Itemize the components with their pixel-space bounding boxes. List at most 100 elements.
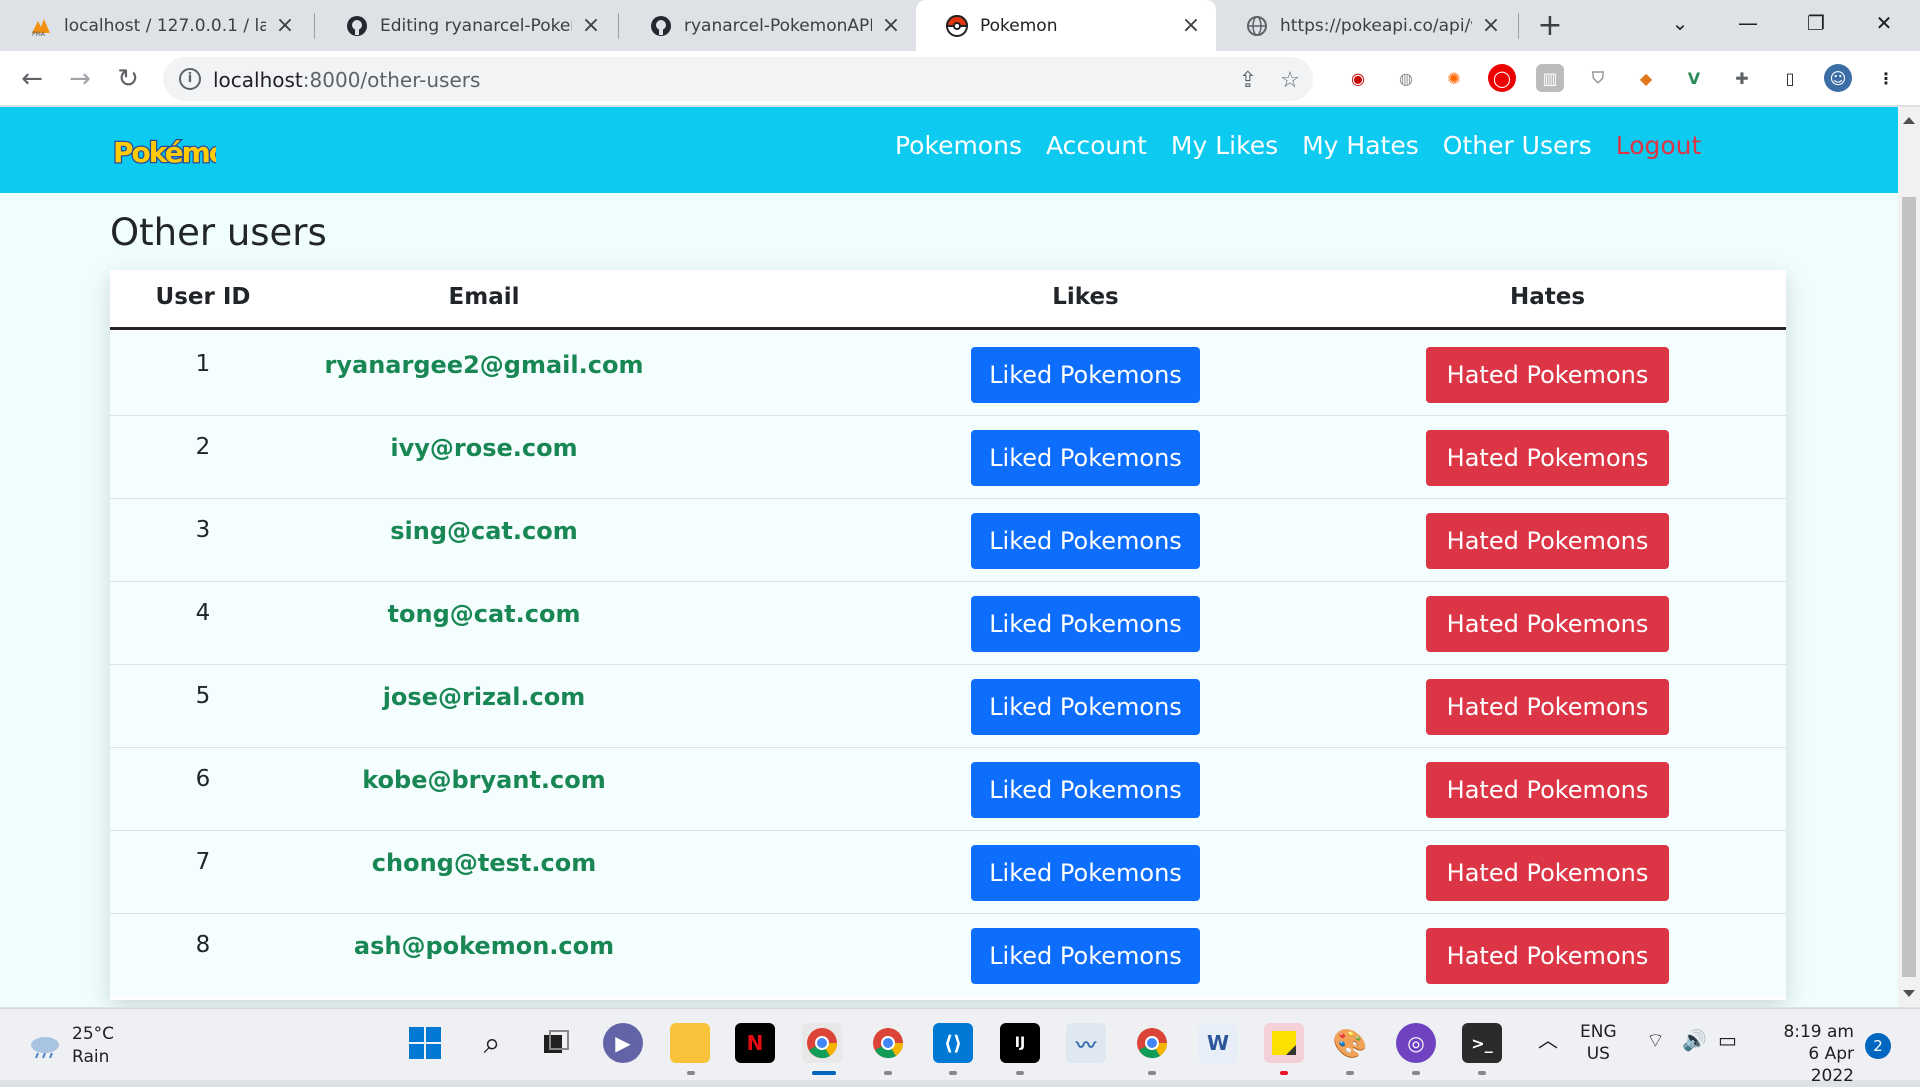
- profile-avatar[interactable]: ☺: [1824, 64, 1852, 92]
- email-cell: ivy@rose.com: [390, 434, 578, 462]
- nav-other-users[interactable]: Other Users: [1443, 131, 1592, 160]
- table-row: 7 chong@test.com Liked Pokemons Hated Po…: [110, 831, 1786, 914]
- netflix-icon[interactable]: N: [735, 1023, 775, 1063]
- scrollbar-thumb[interactable]: [1902, 197, 1916, 977]
- side-panel-icon[interactable]: ▯: [1776, 64, 1804, 92]
- liked-pokemons-button[interactable]: Liked Pokemons: [971, 928, 1200, 984]
- tab-github-editing[interactable]: Editing ryanarcel-Pokemo ×: [316, 0, 616, 51]
- nav-pokemons[interactable]: Pokemons: [895, 131, 1022, 160]
- page-title: Other users: [110, 211, 327, 254]
- user-id-cell: 2: [195, 434, 211, 460]
- liked-pokemons-button[interactable]: Liked Pokemons: [971, 845, 1200, 901]
- close-icon[interactable]: ×: [880, 13, 902, 38]
- liked-pokemons-button[interactable]: Liked Pokemons: [971, 430, 1200, 486]
- sticky-notes-icon[interactable]: [1264, 1023, 1304, 1063]
- site-info-icon[interactable]: i: [179, 68, 201, 90]
- eye-extension-icon[interactable]: ◉: [1344, 64, 1372, 92]
- close-icon[interactable]: ×: [580, 13, 602, 38]
- nav-my-hates[interactable]: My Hates: [1302, 131, 1419, 160]
- performance-monitor-icon[interactable]: 〰: [1066, 1023, 1106, 1063]
- extensions-puzzle-icon[interactable]: ✚: [1728, 64, 1756, 92]
- shield-extension-icon[interactable]: ⛉: [1584, 64, 1612, 92]
- paint-icon[interactable]: 🎨: [1330, 1023, 1370, 1063]
- window-close-icon[interactable]: ✕: [1852, 0, 1916, 46]
- hated-pokemons-button[interactable]: Hated Pokemons: [1426, 430, 1669, 486]
- word-icon[interactable]: W: [1198, 1023, 1238, 1063]
- battery-icon[interactable]: ▭: [1718, 1029, 1737, 1051]
- nav-logout[interactable]: Logout: [1616, 131, 1702, 160]
- weather-widget[interactable]: 25°C Rain: [28, 1023, 114, 1069]
- globe-extension-icon[interactable]: ◍: [1392, 64, 1420, 92]
- tab-pokeapi[interactable]: https://pokeapi.co/api/v2 ×: [1216, 0, 1516, 51]
- close-icon[interactable]: ×: [1480, 13, 1502, 38]
- scroll-down-arrow-icon[interactable]: [1903, 990, 1915, 997]
- chrome-canary-icon[interactable]: [1132, 1023, 1172, 1063]
- address-bar[interactable]: i localhost:8000/other-users ⇪ ☆: [163, 57, 1313, 101]
- new-tab-button[interactable]: +: [1532, 7, 1568, 43]
- liked-pokemons-button[interactable]: Liked Pokemons: [971, 596, 1200, 652]
- liked-pokemons-button[interactable]: Liked Pokemons: [971, 762, 1200, 818]
- metamask-icon[interactable]: ◆: [1632, 64, 1660, 92]
- email-cell: ryanargee2@gmail.com: [324, 351, 644, 379]
- reader-extension-icon[interactable]: ▥: [1536, 64, 1564, 92]
- nav-account[interactable]: Account: [1046, 131, 1147, 160]
- scroll-up-arrow-icon[interactable]: [1903, 117, 1915, 124]
- liked-pokemons-button[interactable]: Liked Pokemons: [971, 513, 1200, 569]
- hated-pokemons-button[interactable]: Hated Pokemons: [1426, 762, 1669, 818]
- github-desktop-icon[interactable]: ◎: [1396, 1023, 1436, 1063]
- share-icon[interactable]: ⇪: [1235, 67, 1261, 93]
- clock[interactable]: 8:19 am 6 Apr 2022: [1762, 1021, 1854, 1087]
- hated-pokemons-button[interactable]: Hated Pokemons: [1426, 347, 1669, 403]
- chrome-profile-icon[interactable]: [868, 1023, 908, 1063]
- hated-pokemons-button[interactable]: Hated Pokemons: [1426, 513, 1669, 569]
- tab-pokemon[interactable]: Pokemon ×: [916, 0, 1216, 51]
- teams-chat-icon[interactable]: ▶: [603, 1023, 643, 1063]
- forward-icon[interactable]: →: [62, 61, 98, 97]
- hated-pokemons-button[interactable]: Hated Pokemons: [1426, 928, 1669, 984]
- tab-search-icon[interactable]: ⌄: [1648, 0, 1712, 46]
- file-explorer-icon[interactable]: [670, 1023, 710, 1063]
- hated-pokemons-button[interactable]: Hated Pokemons: [1426, 845, 1669, 901]
- user-id-cell: 8: [195, 932, 211, 958]
- task-view-icon[interactable]: [536, 1023, 576, 1063]
- hated-pokemons-button[interactable]: Hated Pokemons: [1426, 596, 1669, 652]
- phpmyadmin-icon: PMA: [30, 15, 52, 37]
- language-indicator[interactable]: ENG US: [1580, 1021, 1617, 1065]
- windows-start-icon[interactable]: [405, 1023, 445, 1063]
- notification-badge[interactable]: 2: [1865, 1033, 1891, 1059]
- menu-kebab-icon[interactable]: ⋮: [1872, 64, 1900, 92]
- users-table: User ID Email Likes Hates 1 ryanargee2@g…: [110, 270, 1786, 1000]
- orange-extension-icon[interactable]: ✺: [1440, 64, 1468, 92]
- search-icon[interactable]: ⌕: [472, 1023, 512, 1063]
- tab-title: ryanarcel-PokemonAPI-V: [684, 15, 872, 36]
- intellij-icon[interactable]: IJ: [1000, 1023, 1040, 1063]
- close-icon[interactable]: ×: [274, 13, 296, 38]
- nav-my-likes[interactable]: My Likes: [1171, 131, 1278, 160]
- restore-icon[interactable]: ❐: [1784, 0, 1848, 46]
- pokemon-logo[interactable]: Pokémon: [110, 129, 216, 173]
- url-text[interactable]: localhost:8000/other-users: [213, 68, 480, 92]
- terminal-icon[interactable]: >_: [1462, 1023, 1502, 1063]
- tab-phpmyadmin[interactable]: PMA localhost / 127.0.0.1 / lara ×: [0, 0, 310, 51]
- vue-devtools-icon[interactable]: V: [1680, 64, 1708, 92]
- hated-pokemons-button[interactable]: Hated Pokemons: [1426, 679, 1669, 735]
- liked-pokemons-button[interactable]: Liked Pokemons: [971, 679, 1200, 735]
- volume-icon[interactable]: 🔊: [1682, 1029, 1707, 1051]
- minimize-icon[interactable]: —: [1716, 0, 1780, 46]
- site-navbar: Pokémon Pokemons Account My Likes My Hat…: [0, 107, 1898, 193]
- chrome-icon[interactable]: [802, 1023, 842, 1063]
- reload-icon[interactable]: ↻: [110, 61, 146, 97]
- rain-cloud-icon: [31, 1037, 59, 1059]
- vscode-icon[interactable]: ⟨⟩: [933, 1023, 973, 1063]
- back-icon[interactable]: ←: [14, 61, 50, 97]
- tray-overflow-chevron-icon[interactable]: ︿: [1538, 1029, 1558, 1051]
- page-scrollbar[interactable]: [1898, 107, 1920, 1007]
- liked-pokemons-button[interactable]: Liked Pokemons: [971, 347, 1200, 403]
- user-id-cell: 3: [195, 517, 211, 543]
- bookmark-star-icon[interactable]: ☆: [1277, 67, 1303, 93]
- tab-github-repo[interactable]: ryanarcel-PokemonAPI-V ×: [620, 0, 916, 51]
- adblock-icon[interactable]: ◯: [1488, 64, 1516, 92]
- globe-icon: [1246, 15, 1268, 37]
- close-icon[interactable]: ×: [1180, 13, 1202, 38]
- wifi-icon[interactable]: ⌔: [1646, 1029, 1665, 1051]
